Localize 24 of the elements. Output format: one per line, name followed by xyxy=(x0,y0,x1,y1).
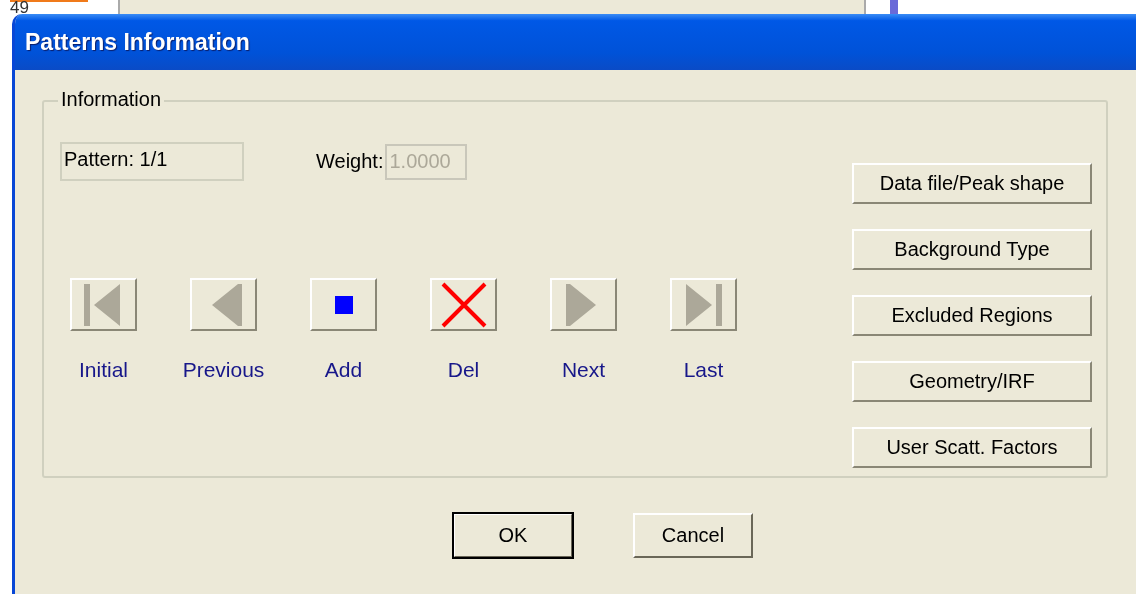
nav-label: Previous xyxy=(182,358,265,382)
nav-button[interactable] xyxy=(190,278,257,331)
side-button[interactable]: User Scatt. Factors xyxy=(852,427,1092,468)
square-icon xyxy=(334,295,353,314)
side-button[interactable]: Background Type xyxy=(852,229,1092,270)
pattern-display: Pattern: 1/1 xyxy=(60,142,244,181)
nav-label: Add xyxy=(324,358,363,382)
side-button[interactable]: Geometry/IRF xyxy=(852,361,1092,402)
nav-label: Initial xyxy=(79,358,128,382)
cancel-button[interactable]: Cancel xyxy=(633,513,753,558)
ok-button[interactable]: OK xyxy=(453,513,573,558)
nav-button[interactable] xyxy=(70,278,137,331)
side-button[interactable]: Excluded Regions xyxy=(852,295,1092,336)
window-title: Patterns Information xyxy=(25,28,250,56)
nav-button[interactable] xyxy=(550,278,617,331)
nav-button[interactable] xyxy=(430,278,497,331)
nav-label: Del xyxy=(447,358,480,382)
side-button[interactable]: Data file/Peak shape xyxy=(852,163,1092,204)
nav-label: Last xyxy=(683,358,724,382)
nav-button[interactable] xyxy=(670,278,737,331)
weight-label: Weight: xyxy=(316,150,384,173)
nav-label: Next xyxy=(561,358,606,382)
background-edge xyxy=(890,0,898,14)
nav-button[interactable] xyxy=(310,278,377,331)
